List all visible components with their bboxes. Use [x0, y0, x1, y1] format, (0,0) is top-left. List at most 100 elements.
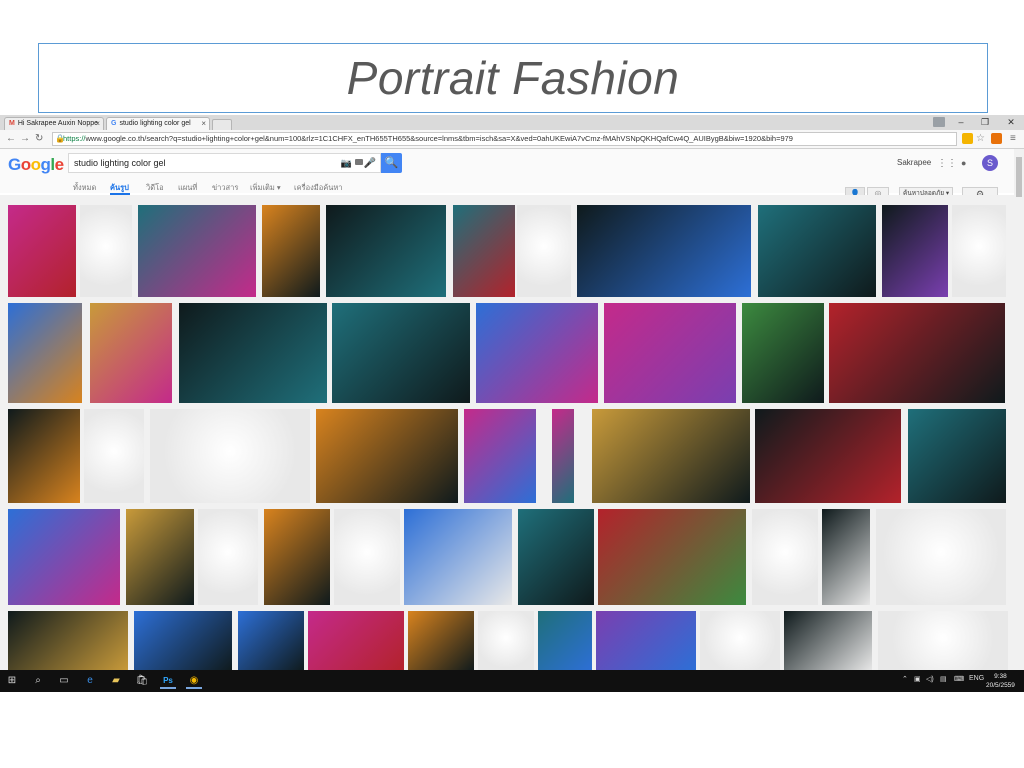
image-result-thumbnail[interactable] [453, 205, 515, 297]
image-result-thumbnail[interactable] [822, 509, 870, 605]
image-result-thumbnail[interactable] [952, 205, 1006, 297]
tab-news[interactable]: ข่าวสาร [212, 182, 238, 194]
image-result-thumbnail[interactable] [476, 303, 598, 403]
chrome-icon[interactable]: ◉ [186, 673, 202, 689]
image-result-thumbnail[interactable] [592, 409, 750, 503]
image-result-thumbnail[interactable] [8, 303, 82, 403]
image-result-thumbnail[interactable] [198, 509, 258, 605]
tab-all[interactable]: ทั้งหมด [73, 182, 96, 194]
menu-icon[interactable]: ≡ [1010, 133, 1016, 145]
back-icon[interactable]: ← [6, 133, 16, 145]
search-icon[interactable]: ⌕ [30, 673, 46, 689]
image-result-thumbnail[interactable] [179, 303, 327, 403]
volume-icon[interactable]: ◁) [926, 675, 934, 683]
image-result-thumbnail[interactable] [264, 509, 330, 605]
slide-title-box: Portrait Fashion [38, 43, 988, 113]
image-result-thumbnail[interactable] [596, 611, 696, 670]
image-result-thumbnail[interactable] [700, 611, 780, 670]
store-icon[interactable]: 🛍 [134, 673, 150, 689]
image-result-thumbnail[interactable] [408, 611, 474, 670]
mic-icon[interactable]: 🎤 [364, 155, 376, 173]
close-window-icon[interactable]: ✕ [1001, 116, 1021, 128]
image-result-thumbnail[interactable] [404, 509, 512, 605]
tab-videos[interactable]: วิดีโอ [146, 182, 164, 194]
image-result-thumbnail[interactable] [316, 409, 458, 503]
image-result-thumbnail[interactable] [150, 409, 310, 503]
image-result-thumbnail[interactable] [604, 303, 736, 403]
profile-icon[interactable] [933, 117, 945, 127]
keyboard-icon[interactable] [355, 159, 363, 165]
notification-icon[interactable]: ▤ [940, 675, 947, 683]
image-result-thumbnail[interactable] [517, 205, 571, 297]
image-result-thumbnail[interactable] [90, 303, 172, 403]
image-result-thumbnail[interactable] [326, 205, 446, 297]
edge-icon[interactable]: e [82, 673, 98, 689]
tab-search-tools[interactable]: เครื่องมือค้นหา [294, 182, 343, 194]
vertical-scrollbar[interactable] [1014, 149, 1024, 670]
image-result-thumbnail[interactable] [262, 205, 320, 297]
image-result-thumbnail[interactable] [908, 409, 1006, 503]
image-result-thumbnail[interactable] [784, 611, 872, 670]
star-icon[interactable]: ☆ [976, 133, 985, 145]
image-result-thumbnail[interactable] [126, 509, 194, 605]
image-result-thumbnail[interactable] [80, 205, 132, 297]
close-tab-icon[interactable]: × [201, 118, 206, 130]
image-result-thumbnail[interactable] [552, 409, 574, 503]
task-view-icon[interactable]: ▭ [56, 673, 72, 689]
search-input[interactable]: studio lighting color gel 📷 🎤 [68, 153, 381, 173]
image-result-thumbnail[interactable] [742, 303, 824, 403]
image-result-thumbnail[interactable] [308, 611, 404, 670]
image-result-thumbnail[interactable] [882, 205, 948, 297]
clock[interactable]: 9:38 20/5/2559 [986, 672, 1015, 690]
file-explorer-icon[interactable]: ▰ [108, 673, 124, 689]
image-result-thumbnail[interactable] [332, 303, 470, 403]
maximize-icon[interactable]: ❐ [975, 116, 995, 128]
image-result-thumbnail[interactable] [334, 509, 400, 605]
image-result-thumbnail[interactable] [878, 611, 1008, 670]
scrollbar-thumb[interactable] [1016, 157, 1022, 197]
google-logo[interactable]: Google [8, 155, 64, 175]
image-result-thumbnail[interactable] [598, 509, 746, 605]
extension-icon[interactable] [962, 133, 973, 144]
search-button[interactable]: 🔍 [381, 153, 402, 173]
image-result-thumbnail[interactable] [8, 409, 80, 503]
language-indicator[interactable]: ENG [969, 675, 984, 682]
photoshop-icon[interactable]: Ps [160, 673, 176, 689]
image-result-thumbnail[interactable] [238, 611, 304, 670]
image-result-thumbnail[interactable] [518, 509, 594, 605]
tab-google-images[interactable]: Gstudio lighting color gel × [106, 117, 210, 130]
avatar[interactable]: S [982, 155, 998, 171]
image-result-thumbnail[interactable] [8, 611, 128, 670]
image-result-thumbnail[interactable] [755, 409, 901, 503]
image-result-thumbnail[interactable] [538, 611, 592, 670]
reload-icon[interactable]: ↻ [35, 133, 43, 145]
image-result-thumbnail[interactable] [829, 303, 1005, 403]
image-result-thumbnail[interactable] [84, 409, 144, 503]
minimize-icon[interactable]: – [951, 116, 971, 128]
image-result-thumbnail[interactable] [478, 611, 534, 670]
image-result-thumbnail[interactable] [8, 205, 76, 297]
image-result-thumbnail[interactable] [577, 205, 751, 297]
tab-more[interactable]: เพิ่มเติม ▾ [250, 182, 281, 194]
user-name[interactable]: Sakrapee [897, 158, 931, 167]
tab-maps[interactable]: แผนที่ [178, 182, 197, 194]
image-result-thumbnail[interactable] [8, 509, 120, 605]
windows-start-icon[interactable]: ⊞ [4, 673, 20, 689]
image-result-thumbnail[interactable] [134, 611, 232, 670]
tray-chevron-icon[interactable]: ⌃ [902, 675, 908, 683]
network-icon[interactable]: ▣ [914, 675, 921, 683]
image-result-thumbnail[interactable] [464, 409, 536, 503]
image-result-thumbnail[interactable] [758, 205, 876, 297]
keyboard-layout-icon[interactable]: ⌨ [954, 675, 964, 683]
extension-icon[interactable] [991, 133, 1002, 144]
address-bar[interactable]: 🔒 https://www.google.co.th/search?q=studi… [52, 132, 957, 146]
apps-icon[interactable]: ⋮⋮ [937, 158, 957, 169]
image-result-thumbnail[interactable] [138, 205, 256, 297]
tab-gmail[interactable]: M Hi Sakrapee Auxin Noppe × [4, 117, 104, 130]
forward-icon[interactable]: → [20, 133, 30, 145]
close-tab-icon[interactable]: × [95, 118, 100, 130]
image-result-thumbnail[interactable] [752, 509, 818, 605]
camera-icon[interactable]: 📷 [341, 154, 352, 172]
notifications-icon[interactable]: ● [961, 158, 966, 168]
image-result-thumbnail[interactable] [876, 509, 1006, 605]
